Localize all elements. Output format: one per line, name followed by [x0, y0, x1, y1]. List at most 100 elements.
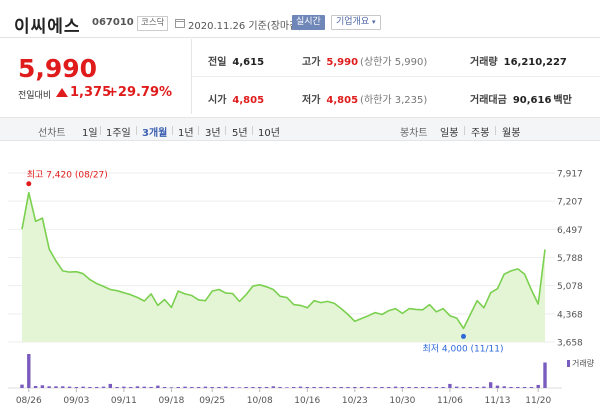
stat-value: 90,616 — [512, 95, 552, 106]
volume-bar — [468, 386, 472, 388]
volume-bar — [312, 386, 316, 388]
stat-value: 16,210,227 — [503, 57, 567, 68]
line-chart-label: 선차트 — [38, 128, 66, 139]
price-chart[interactable]: 7,917 7,207 6,497 5,788 5,078 4,368 3,658 최고 7,… — [0, 160, 600, 416]
volume-bar — [407, 386, 411, 388]
volume-bar — [135, 386, 140, 388]
period-10y[interactable]: 10년 — [258, 124, 280, 139]
volume-bar — [190, 386, 194, 388]
stock-name: 이씨에스 — [14, 17, 81, 37]
volume-bar — [448, 383, 452, 388]
volume-bar — [421, 386, 425, 388]
volume-bar — [502, 386, 506, 388]
y-tick-label: 5,788 — [557, 254, 583, 264]
stock-header: 이씨에스 067010 코스닥 2020.11.26 기준(장마감) 실시간 기… — [0, 0, 600, 38]
volume-bar — [237, 387, 242, 388]
stat-value: 4,615 — [232, 57, 265, 68]
x-tick-label: 09/18 — [158, 396, 184, 406]
volume-bar — [196, 386, 201, 388]
stat-label: 고가 — [302, 57, 321, 68]
divider — [136, 126, 137, 135]
market-badge: 코스닥 — [137, 16, 169, 31]
current-price: 5,990 — [18, 54, 98, 83]
diff-label: 전일대비 — [18, 91, 52, 101]
volume-bar — [319, 386, 323, 388]
price-summary: 5,990 전일대비 1,375 +29.79% — [0, 39, 190, 114]
stat-sub: (하한가 3,235) — [360, 95, 428, 106]
volume-bar — [414, 386, 418, 388]
volume-bar — [359, 386, 364, 388]
volume-bar — [536, 384, 540, 388]
stat-value: 5,990 — [326, 57, 359, 68]
volume-bar — [298, 386, 303, 388]
volume-bar — [366, 386, 371, 388]
realtime-button[interactable]: 실시간 — [292, 15, 325, 30]
volume-bar — [516, 386, 520, 388]
volume-bar — [482, 386, 486, 388]
stat-low: 저가 4,805 (하한가 3,235) — [302, 91, 427, 106]
chevron-down-icon: ▾ — [372, 18, 376, 26]
volume-bar — [20, 384, 24, 388]
volume-bar — [40, 385, 45, 388]
x-tick-label: 09/11 — [111, 396, 137, 406]
stat-label: 거래량 — [470, 57, 498, 68]
period-1w[interactable]: 1주일 — [106, 124, 131, 139]
stat-label: 시가 — [208, 95, 227, 106]
stat-open: 시가 4,805 — [208, 91, 264, 106]
volume-bar — [74, 386, 79, 388]
divider — [192, 76, 600, 77]
candle-weekly[interactable]: 주봉 — [471, 124, 489, 139]
volume-bar — [203, 386, 208, 388]
period-1d[interactable]: 1일 — [82, 124, 98, 139]
x-tick-label: 10/30 — [389, 396, 415, 406]
volume-bar — [162, 386, 167, 388]
volume-bar — [461, 386, 466, 388]
volume-legend-label: 거래량 — [572, 358, 595, 368]
y-tick-label: 5,078 — [557, 282, 583, 292]
divider — [172, 126, 173, 135]
period-1y[interactable]: 1년 — [178, 124, 194, 139]
volume-bar — [522, 386, 527, 388]
high-marker — [26, 181, 32, 187]
x-tick-label: 11/13 — [484, 396, 510, 406]
volume-bar — [251, 386, 255, 388]
volume-bar — [169, 387, 174, 388]
y-tick-label: 3,658 — [557, 339, 583, 349]
candle-monthly[interactable]: 월봉 — [502, 124, 520, 139]
stat-value: 4,805 — [232, 95, 265, 106]
volume-bar — [373, 386, 377, 388]
divider — [252, 126, 253, 135]
x-tick-label: 09/03 — [63, 396, 89, 406]
volume-bar — [122, 386, 126, 388]
stock-code: 067010 — [92, 17, 134, 28]
period-5y[interactable]: 5년 — [232, 124, 248, 139]
volume-bar — [434, 386, 439, 388]
volume-bar — [291, 386, 296, 388]
divider — [198, 126, 199, 135]
divider — [225, 126, 226, 135]
high-annotation: 최고 7,420 (08/27) — [27, 170, 108, 181]
stat-label: 전일 — [208, 57, 227, 68]
volume-bar — [495, 385, 500, 388]
volume-bar — [529, 386, 534, 388]
volume-bar — [455, 386, 459, 388]
volume-bar — [210, 386, 214, 388]
volume-bar — [217, 386, 221, 388]
volume-bar — [88, 386, 92, 388]
low-annotation: 최저 4,000 (11/11) — [422, 343, 503, 354]
candle-daily[interactable]: 일봉 — [440, 124, 458, 139]
volume-bar — [380, 386, 384, 388]
period-3y[interactable]: 3년 — [205, 124, 221, 139]
company-overview-label: 기업개요 — [336, 17, 370, 27]
volume-bar — [475, 386, 479, 388]
volume-bar — [346, 386, 350, 388]
volume-bar — [47, 386, 51, 388]
company-overview-button[interactable]: 기업개요 ▾ — [331, 15, 381, 30]
y-tick-label: 7,207 — [557, 198, 583, 208]
volume-bar — [285, 387, 289, 388]
divider — [464, 126, 465, 135]
x-tick-label: 09/25 — [199, 396, 225, 406]
volume-legend-swatch — [567, 360, 570, 367]
volume-bar — [142, 386, 146, 388]
period-3m[interactable]: 3개월 — [142, 124, 167, 139]
